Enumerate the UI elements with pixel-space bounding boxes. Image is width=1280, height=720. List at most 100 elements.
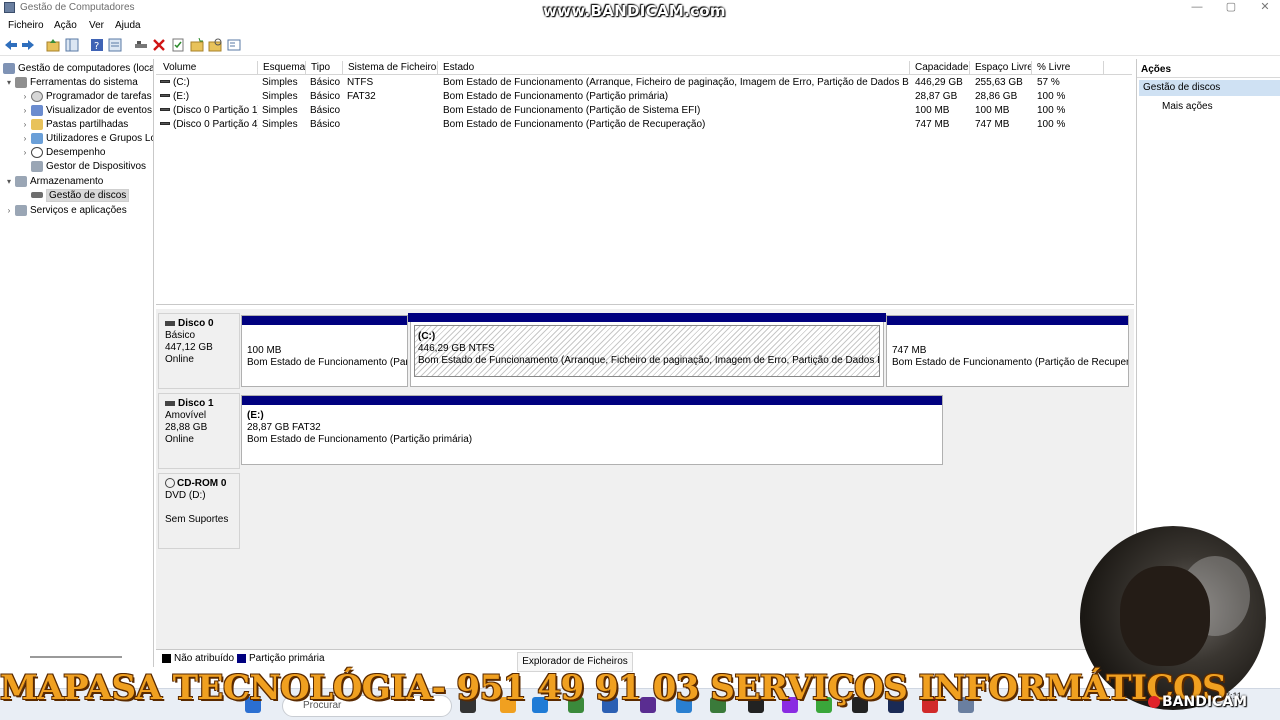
new-folder-icon[interactable] (190, 38, 204, 52)
shared-folder-icon (31, 118, 43, 130)
tree-item-users-groups[interactable]: › Utilizadores e Grupos Lo (20, 131, 153, 145)
volume-list: Volume Esquema Tipo Sistema de Ficheiros… (156, 59, 1134, 305)
unallocated-swatch (162, 654, 171, 663)
menu-ver[interactable]: Ver (89, 20, 104, 31)
disk-mgmt-icon (31, 192, 43, 198)
tree-item-storage[interactable]: ▾ Armazenamento (4, 174, 103, 188)
partition-e[interactable]: (E:) 28,87 GB FAT32 Bom Estado de Funcio… (241, 395, 943, 465)
bandicam-logo: BANDICAM (1148, 694, 1247, 710)
tree-item-task-scheduler[interactable]: › Programador de tarefas (20, 89, 152, 103)
primary-partition-bar (242, 396, 942, 405)
partition-c[interactable]: (C:) 446,29 GB NTFS Bom Estado de Funcio… (408, 313, 886, 387)
volume-icon (160, 121, 170, 125)
search-folder-icon[interactable] (208, 38, 222, 52)
chevron-down-icon[interactable]: ▾ (4, 78, 14, 87)
primary-partition-swatch (237, 654, 246, 663)
tree-item-shared-folders[interactable]: › Pastas partilhadas (20, 117, 128, 131)
legend-primary-partition: Partição primária (249, 653, 325, 664)
connect-icon[interactable] (134, 38, 148, 52)
chevron-right-icon[interactable]: › (20, 148, 30, 157)
chevron-right-icon[interactable]: › (4, 206, 14, 215)
delete-icon[interactable] (152, 38, 166, 52)
primary-partition-bar (887, 316, 1128, 325)
tree-item-system-tools[interactable]: ▾ Ferramentas do sistema (4, 75, 138, 89)
legend-unallocated: Não atribuído (174, 653, 235, 664)
clock-icon (31, 90, 43, 102)
window-title: Gestão de Computadores (20, 2, 135, 13)
menu-bar: Ficheiro Ação Ver Ajuda (0, 17, 1280, 35)
more-actions-link[interactable]: Mais ações (1162, 101, 1213, 112)
cdrom-0-label[interactable]: CD-ROM 0 DVD (D:) Sem Suportes (158, 473, 240, 549)
tree-item-computer-management[interactable]: Gestão de computadores (loca (2, 61, 153, 75)
disk-1-label[interactable]: Disco 1 Amovível 28,88 GB Online (158, 393, 240, 469)
close-button[interactable]: ✕ (1253, 1, 1277, 15)
services-icon (15, 204, 27, 216)
device-manager-icon (31, 160, 43, 172)
partition-efi[interactable]: 100 MB Bom Estado de Funcionamento (Part… (241, 315, 408, 387)
volume-row[interactable]: (Disco 0 Partição 1) Simples Básico Bom … (156, 104, 1132, 118)
help-icon[interactable]: ? (90, 38, 104, 52)
column-status[interactable]: Estado (438, 61, 910, 75)
primary-partition-bar (408, 313, 886, 322)
column-free-space[interactable]: Espaço Livre (970, 61, 1032, 75)
users-icon (31, 132, 43, 144)
chevron-down-icon[interactable]: ▾ (4, 177, 14, 186)
menu-ficheiro[interactable]: Ficheiro (8, 20, 44, 31)
promo-banner: MAPASA TECNOLÓGIA- 951 49 91 03 SERVIÇOS… (0, 668, 1227, 708)
checklist-icon[interactable] (171, 38, 185, 52)
minimize-button[interactable]: — (1185, 1, 1209, 15)
disk-0-label[interactable]: Disco 0 Básico 447,12 GB Online (158, 313, 240, 389)
column-layout[interactable]: Esquema (258, 61, 306, 75)
cd-rom-icon (165, 478, 175, 489)
forward-icon[interactable] (21, 38, 35, 52)
maximize-button[interactable]: ▢ (1219, 1, 1243, 15)
volume-row[interactable]: (C:) Simples Básico NTFS Bom Estado de F… (156, 76, 1132, 90)
volume-row[interactable]: (Disco 0 Partição 4) Simples Básico Bom … (156, 118, 1132, 132)
record-dot-icon (1148, 696, 1160, 708)
volume-list-header: Volume Esquema Tipo Sistema de Ficheiros… (156, 61, 1132, 75)
computer-mgmt-icon (3, 62, 15, 74)
partition-recovery[interactable]: 747 MB Bom Estado de Funcionamento (Part… (886, 315, 1129, 387)
volume-row[interactable]: (E:) Simples Básico FAT32 Bom Estado de … (156, 90, 1132, 104)
computer-management-icon (4, 2, 15, 13)
disk-1-row: Disco 1 Amovível 28,88 GB Online (E:) 28… (156, 393, 1132, 469)
volume-icon (160, 79, 170, 83)
chevron-right-icon[interactable]: › (20, 134, 30, 143)
up-folder-icon[interactable] (46, 38, 60, 52)
disk-icon (165, 320, 175, 326)
storage-icon (15, 175, 27, 187)
column-volume[interactable]: Volume (158, 61, 258, 75)
legend: Não atribuído Partição primária (156, 649, 1132, 667)
back-icon[interactable] (4, 38, 18, 52)
chevron-right-icon[interactable]: › (20, 106, 30, 115)
show-tree-icon[interactable] (65, 38, 79, 52)
actions-disk-management[interactable]: Gestão de discos (1139, 80, 1280, 96)
chevron-right-icon[interactable]: › (20, 92, 30, 101)
main-pane: Volume Esquema Tipo Sistema de Ficheiros… (156, 59, 1134, 667)
tree-item-disk-management[interactable]: Gestão de discos (20, 188, 130, 202)
toolbar: ? (0, 36, 1280, 56)
event-viewer-icon (31, 104, 43, 116)
menu-ajuda[interactable]: Ajuda (115, 20, 141, 31)
disk-0-row: Disco 0 Básico 447,12 GB Online 100 MB B… (156, 313, 1132, 389)
column-percent-free[interactable]: % Livre (1032, 61, 1104, 75)
tree-item-device-manager[interactable]: Gestor de Dispositivos (20, 159, 146, 173)
console-tree: Gestão de computadores (loca ▾ Ferrament… (0, 59, 154, 667)
view-list-icon[interactable] (227, 38, 241, 52)
volume-icon (160, 107, 170, 111)
column-type[interactable]: Tipo (306, 61, 343, 75)
menu-acao[interactable]: Ação (54, 20, 77, 31)
svg-text:?: ? (94, 41, 99, 52)
tree-item-event-viewer[interactable]: › Visualizador de eventos (20, 103, 152, 117)
cdrom-row: CD-ROM 0 DVD (D:) Sem Suportes (156, 473, 1132, 549)
tree-item-performance[interactable]: › Desempenho (20, 145, 105, 159)
disk-icon (165, 400, 175, 406)
tools-icon (15, 76, 27, 88)
properties-icon[interactable] (108, 38, 122, 52)
disk-graphical-view: Disco 0 Básico 447,12 GB Online 100 MB B… (156, 309, 1134, 649)
column-capacity[interactable]: Capacidade (910, 61, 970, 75)
column-filesystem[interactable]: Sistema de Ficheiros (343, 61, 438, 75)
tree-horizontal-scrollbar[interactable] (30, 656, 122, 658)
chevron-right-icon[interactable]: › (20, 120, 30, 129)
tree-item-services-applications[interactable]: › Serviços e aplicações (4, 203, 127, 217)
